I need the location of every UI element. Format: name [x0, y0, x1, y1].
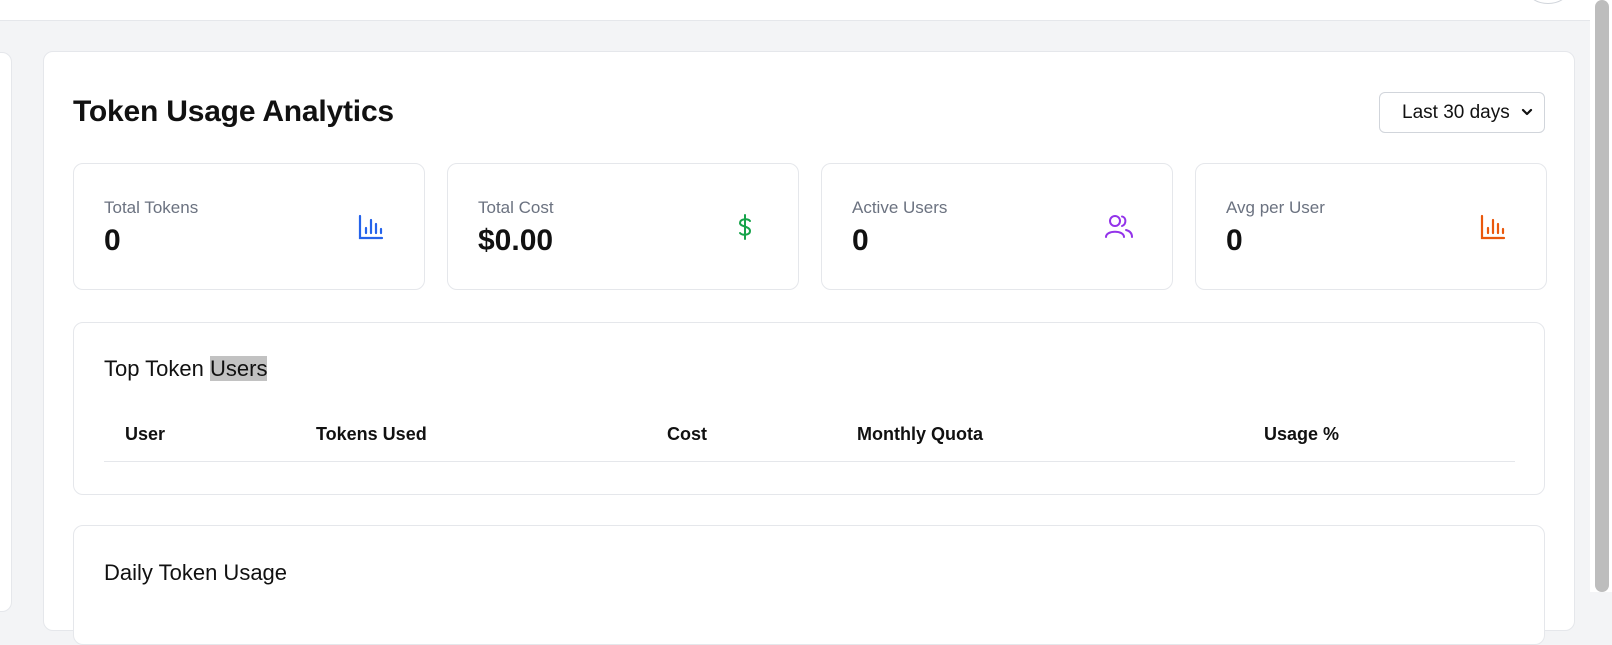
- section-title: Daily Token Usage: [104, 560, 288, 585]
- sidebar-panel: [0, 52, 12, 612]
- stat-card-total-cost: Total Cost $0.00: [447, 163, 799, 290]
- column-header-tokens-used[interactable]: Tokens Used: [316, 424, 427, 445]
- stat-card-active-users: Active Users 0: [821, 163, 1173, 290]
- stat-value: 0: [104, 224, 121, 257]
- column-header-usage-percent[interactable]: Usage %: [1264, 424, 1339, 445]
- avatar[interactable]: [1528, 0, 1568, 4]
- chevron-down-icon: [1521, 108, 1533, 116]
- section-title: Top Token Users: [104, 356, 268, 382]
- bar-chart-icon: [358, 214, 384, 240]
- column-header-user[interactable]: User: [125, 424, 165, 445]
- date-range-select[interactable]: Last 30 days: [1379, 92, 1545, 133]
- stat-label: Active Users: [852, 198, 948, 217]
- section-title-prefix: Top Token: [104, 356, 211, 381]
- date-range-value: Last 30 days: [1402, 101, 1510, 123]
- stat-value: 0: [852, 224, 869, 257]
- stat-label: Avg per User: [1226, 198, 1325, 217]
- top-bar: [0, 0, 1590, 21]
- daily-usage-section: Daily Token Usage: [73, 525, 1545, 645]
- bar-chart-icon: [1480, 214, 1506, 240]
- stat-label: Total Tokens: [104, 198, 199, 217]
- page-title: Token Usage Analytics: [73, 95, 394, 128]
- table-divider: [104, 461, 1515, 462]
- stat-value: $0.00: [478, 224, 554, 257]
- top-users-section: Top Token Users: [73, 322, 1545, 495]
- stat-value: 0: [1226, 224, 1243, 257]
- users-icon: [1105, 215, 1133, 238]
- column-header-monthly-quota[interactable]: Monthly Quota: [857, 424, 983, 445]
- scrollbar-thumb[interactable]: [1595, 0, 1609, 592]
- stat-label: Total Cost: [478, 198, 554, 217]
- column-header-cost[interactable]: Cost: [667, 424, 707, 445]
- selected-text: Users: [210, 356, 268, 381]
- stat-card-total-tokens: Total Tokens 0: [73, 163, 425, 290]
- dollar-icon: [738, 214, 752, 240]
- stat-card-avg-per-user: Avg per User 0: [1195, 163, 1547, 290]
